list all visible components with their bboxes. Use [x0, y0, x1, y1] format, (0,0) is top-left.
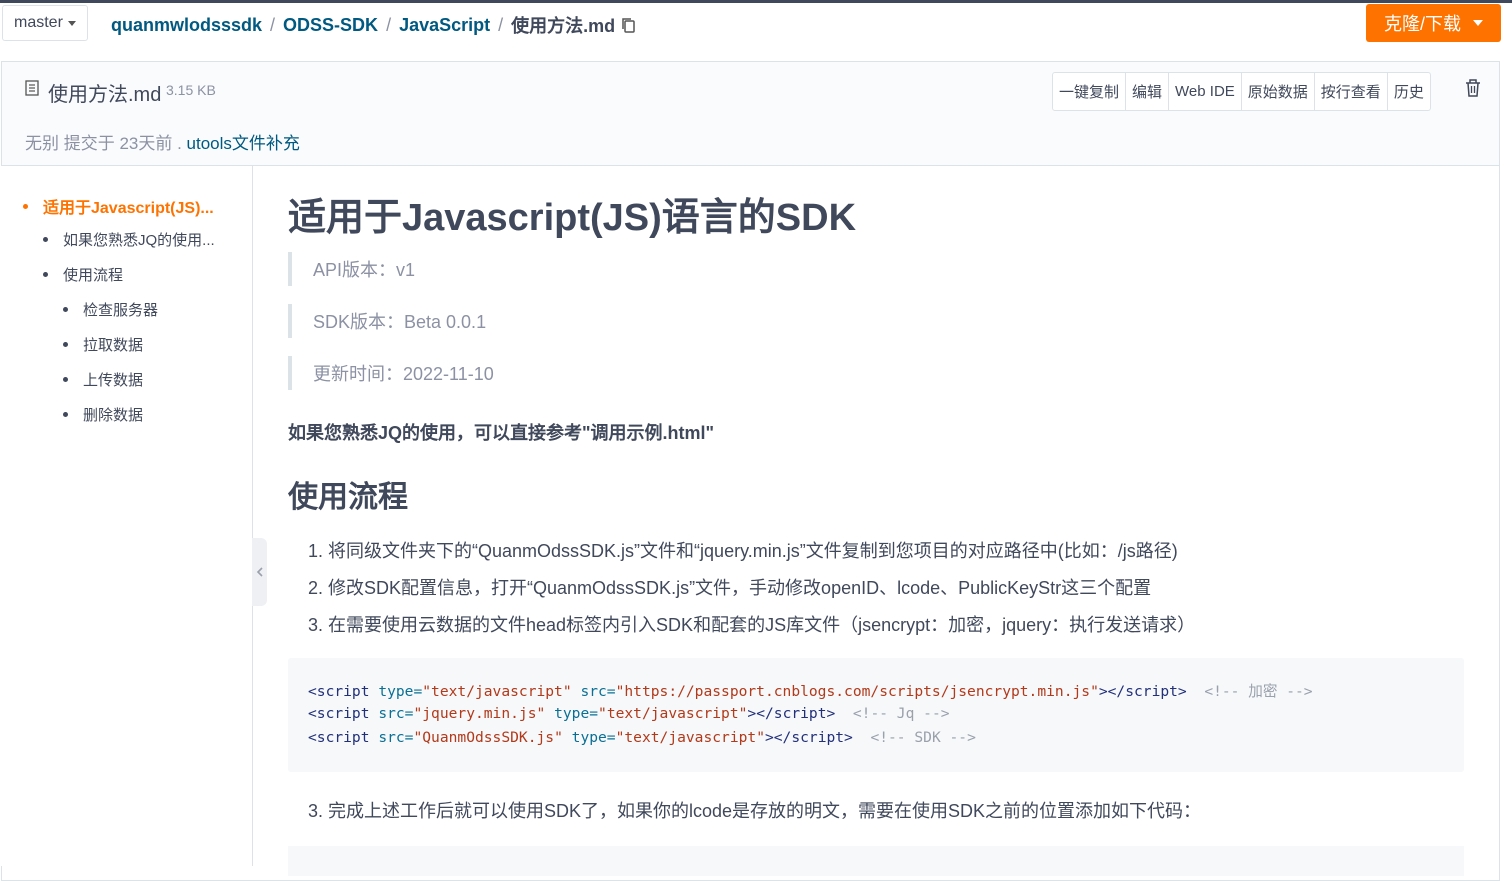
clone-download-label: 克隆/下载 — [1383, 14, 1461, 34]
code-line: <script type="text/javascript" src="http… — [308, 683, 1313, 700]
branch-selector[interactable]: master — [2, 5, 88, 41]
update-time: 更新时间：2022-11-10 — [288, 356, 913, 390]
code-block — [288, 846, 1464, 876]
section-title: 使用流程 — [288, 481, 408, 514]
list-item: 3. 在需要使用云数据的文件head标签内引入SDK和配套的JS库文件（jsen… — [308, 615, 1196, 635]
history-button[interactable]: 历史 — [1388, 73, 1430, 110]
commit-author-time: 无别 提交于 23天前 . — [25, 134, 182, 153]
edit-button[interactable]: 编辑 — [1126, 73, 1170, 110]
chevron-left-icon — [256, 567, 263, 577]
toc-item[interactable]: 删除数据 — [63, 404, 143, 425]
copy-all-button[interactable]: 一键复制 — [1053, 73, 1127, 110]
toc-item[interactable]: 检查服务器 — [63, 299, 158, 320]
commit-message-link[interactable]: utools文件补充 — [187, 134, 300, 153]
breadcrumb-folder[interactable]: JavaScript — [399, 15, 490, 36]
last-commit-info: 无别 提交于 23天前 . utools文件补充 — [25, 129, 300, 154]
code-line: <script src="jquery.min.js" type="text/j… — [308, 705, 950, 722]
jq-note: 如果您熟悉JQ的使用，可以直接参考"调用示例.html" — [288, 423, 715, 443]
file-actions: 一键复制 编辑 Web IDE 原始数据 按行查看 历史 — [1052, 72, 1431, 111]
file-header: 使用方法.md 3.15 KB 无别 提交于 23天前 . utools文件补充… — [2, 62, 1499, 166]
toc-item[interactable]: 上传数据 — [63, 369, 143, 390]
file-size: 3.15 KB — [166, 82, 216, 98]
trash-icon[interactable] — [1464, 78, 1482, 98]
top-accent-line — [0, 0, 1512, 3]
copy-path-icon[interactable] — [621, 17, 636, 34]
blame-button[interactable]: 按行查看 — [1315, 73, 1388, 110]
doc-title: 适用于Javascript(JS)语言的SDK — [288, 197, 857, 239]
chevron-down-icon — [67, 20, 76, 26]
breadcrumb: quanmwlodsssdk / ODSS-SDK / JavaScript /… — [111, 12, 636, 38]
list-item: 3. 完成上述工作后就可以使用SDK了，如果你的lcode是存放的明文，需要在使… — [308, 801, 1202, 821]
list-item: 2. 修改SDK配置信息，打开“QuanmOdssSDK.js”文件，手动修改o… — [308, 578, 1152, 598]
branch-name: master — [14, 14, 63, 31]
breadcrumb-repo-owner[interactable]: quanmwlodsssdk — [111, 15, 262, 36]
code-block: <script type="text/javascript" src="http… — [288, 658, 1464, 772]
clone-download-button[interactable]: 克隆/下载 — [1366, 4, 1501, 42]
toc-item[interactable]: 拉取数据 — [63, 334, 143, 355]
api-version: API版本：v1 — [288, 252, 913, 286]
code-line: <script src="QuanmOdssSDK.js" type="text… — [308, 729, 976, 746]
file-name: 使用方法.md — [48, 84, 162, 106]
toc-item[interactable]: 使用流程 — [43, 264, 123, 285]
toc-item[interactable]: 如果您熟悉JQ的使用... — [43, 229, 215, 250]
breadcrumb-repo[interactable]: ODSS-SDK — [283, 15, 378, 36]
toc-sidebar: 适用于Javascript(JS)... 如果您熟悉JQ的使用... 使用流程 … — [1, 166, 253, 866]
raw-button[interactable]: 原始数据 — [1242, 73, 1315, 110]
file-text-icon — [25, 80, 39, 96]
toc-item[interactable]: 适用于Javascript(JS)... — [23, 194, 214, 218]
breadcrumb-current-file: 使用方法.md — [511, 16, 616, 36]
chevron-down-icon — [1473, 20, 1483, 26]
sdk-version: SDK版本：Beta 0.0.1 — [288, 304, 913, 338]
list-item: 1. 将同级文件夹下的“QuanmOdssSDK.js”文件和“jquery.m… — [308, 541, 1178, 561]
web-ide-button[interactable]: Web IDE — [1169, 73, 1242, 110]
collapse-sidebar-handle[interactable] — [252, 538, 267, 606]
